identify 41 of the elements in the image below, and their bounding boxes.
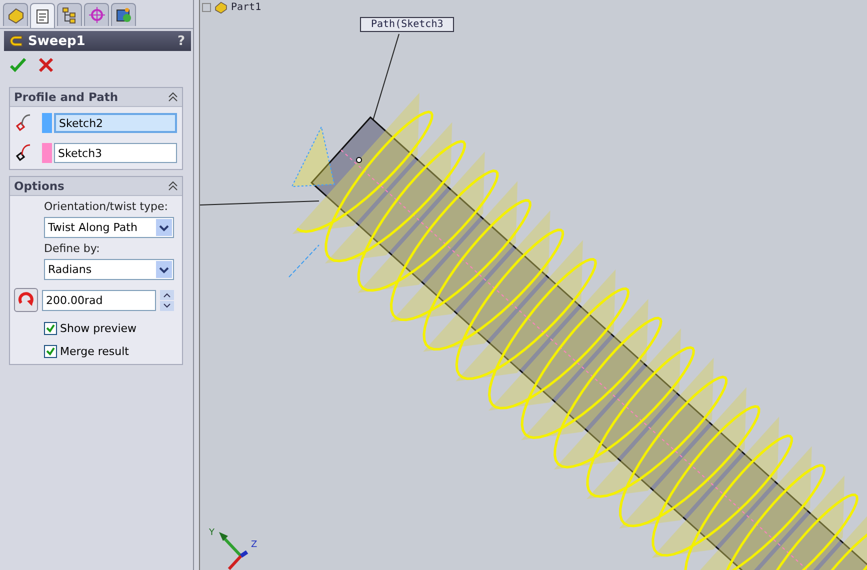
panel-tab[interactable] bbox=[30, 3, 55, 28]
spin-up-icon[interactable] bbox=[160, 290, 174, 300]
hierarchy-icon bbox=[60, 6, 78, 24]
path-start-point bbox=[356, 157, 362, 163]
panel-tab[interactable] bbox=[57, 3, 82, 26]
part-icon bbox=[214, 0, 228, 14]
field-label: Define by: bbox=[43, 242, 101, 255]
selection-field[interactable]: Sketch2 bbox=[54, 113, 177, 133]
collapse-icon[interactable] bbox=[168, 92, 178, 102]
collapse-icon[interactable] bbox=[168, 181, 178, 191]
twist-value-field[interactable]: 200.00rad bbox=[42, 290, 156, 310]
checkbox-label[interactable]: Merge result bbox=[60, 345, 129, 358]
feature-title: Sweep1 bbox=[28, 34, 86, 48]
crosshair-icon bbox=[88, 6, 106, 24]
selection-field[interactable]: Sketch3 bbox=[54, 143, 177, 163]
reverse-direction-button[interactable] bbox=[14, 288, 38, 312]
help-button[interactable]: ? bbox=[177, 34, 185, 48]
close-icon[interactable] bbox=[38, 57, 54, 73]
sketch-point-line bbox=[288, 244, 320, 278]
expand-toggle[interactable] bbox=[202, 2, 211, 12]
property-sheet-icon bbox=[34, 7, 52, 25]
group-title: Options bbox=[14, 179, 64, 193]
panel-tab[interactable] bbox=[3, 3, 28, 26]
field-label: Orientation/twist type: bbox=[43, 200, 169, 213]
check-icon[interactable] bbox=[10, 57, 26, 73]
orientation-dropdown[interactable]: Twist Along Path bbox=[44, 217, 174, 238]
magnet-icon bbox=[8, 33, 24, 49]
define-by-dropdown[interactable]: Radians bbox=[44, 259, 174, 280]
checkbox-label[interactable]: Show preview bbox=[60, 322, 137, 335]
spin-down-icon[interactable] bbox=[160, 300, 174, 310]
checkbox[interactable] bbox=[44, 345, 57, 358]
tree-item[interactable]: Part1 bbox=[231, 2, 262, 12]
axis-triad-drawing bbox=[219, 532, 248, 570]
part-icon bbox=[6, 6, 24, 24]
panel-tab[interactable] bbox=[111, 3, 136, 26]
checkbox[interactable] bbox=[44, 322, 57, 335]
scene-icon bbox=[114, 6, 132, 24]
path-callout: Path(Sketch3 bbox=[360, 17, 454, 32]
axis-label: Y bbox=[209, 528, 214, 538]
axis-label: Z bbox=[251, 540, 258, 550]
group-title: Profile and Path bbox=[14, 90, 118, 104]
